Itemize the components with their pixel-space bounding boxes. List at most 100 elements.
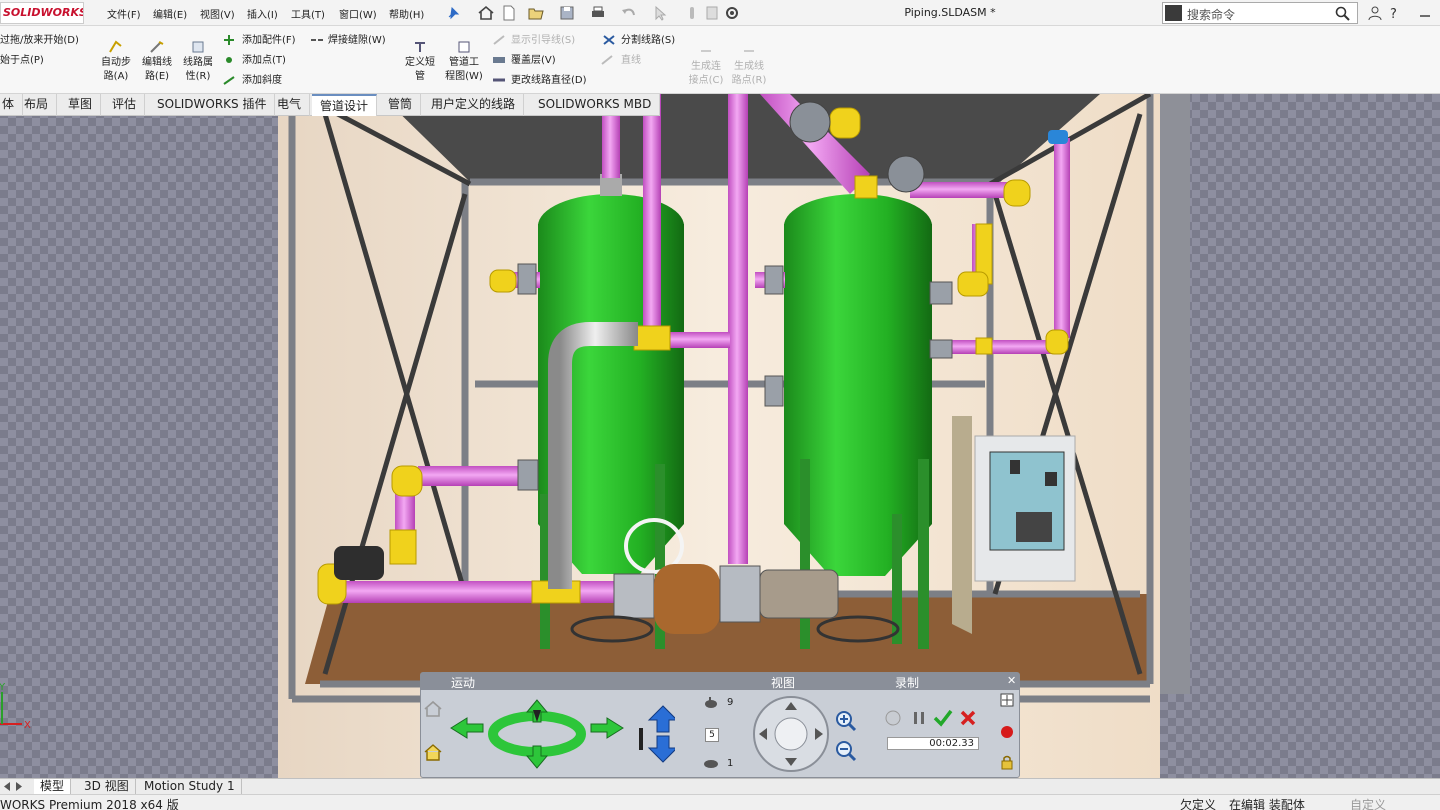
tab-user-defined-routing[interactable]: 用户定义的线路 <box>423 94 525 116</box>
route-properties-button[interactable]: 线路属 性(R) <box>180 40 216 84</box>
tab-model[interactable]: 模型 <box>34 779 72 795</box>
tab-motion-study-1[interactable]: Motion Study 1 <box>138 779 242 795</box>
zoom-in-icon[interactable] <box>835 710 857 732</box>
tab-tubing[interactable]: 管筒 <box>380 94 422 116</box>
weld-gap-button[interactable]: 焊接缝隙(W) <box>328 34 386 47</box>
tab-solidworks-mbd[interactable]: SOLIDWORKS MBD <box>530 94 661 116</box>
pipe-left-mid-horizontal[interactable] <box>418 466 530 486</box>
menu-edit[interactable]: 编辑(E) <box>153 6 187 21</box>
check-valve[interactable] <box>334 546 384 580</box>
home-icon[interactable] <box>477 4 495 22</box>
walk-home-icon[interactable] <box>423 742 443 762</box>
solidworks-logo[interactable]: SOLIDWORKS <box>0 2 84 24</box>
move-right-icon[interactable] <box>590 717 624 739</box>
fit-view-icon[interactable] <box>999 692 1015 708</box>
speed-value[interactable]: 5 <box>705 728 719 742</box>
add-fitting-button[interactable]: 添加配件(F) <box>242 34 296 47</box>
menu-window[interactable]: 窗口(W) <box>339 6 377 21</box>
pipe-vertical-center[interactable] <box>728 94 748 564</box>
show-guidelines-button[interactable]: 显示引导线(S) <box>511 34 575 47</box>
select-arrow-icon[interactable] <box>651 4 669 22</box>
tab-electrical[interactable]: 电气 <box>269 94 311 116</box>
move-down-icon[interactable] <box>647 735 675 763</box>
status-custom[interactable]: 自定义 <box>1350 796 1386 810</box>
cover-layer-icon <box>493 57 505 63</box>
pump-flange <box>719 565 761 623</box>
scroll-right-icon[interactable] <box>14 781 24 792</box>
person-height-icon <box>639 728 643 750</box>
change-route-diameter-button[interactable]: 更改线路直径(D) <box>511 74 587 87</box>
view-direction-pad[interactable] <box>751 694 831 774</box>
scroll-left-icon[interactable] <box>2 781 12 792</box>
tab-piping[interactable]: 管道设计 <box>312 94 378 116</box>
print-icon[interactable] <box>589 4 607 22</box>
pin-icon[interactable] <box>444 4 462 22</box>
menu-view[interactable]: 视图(V) <box>200 6 235 21</box>
gate-valve-body[interactable] <box>613 573 655 619</box>
auto-route-button[interactable]: 自动步 路(A) <box>99 40 133 84</box>
tab-3d-views[interactable]: 3D 视图 <box>78 779 136 795</box>
zoom-out-icon[interactable] <box>835 740 857 762</box>
route-properties-label-2: 性(R) <box>185 71 211 82</box>
top-left-valve[interactable] <box>789 101 831 143</box>
tab-sketch[interactable]: 草图 <box>60 94 102 116</box>
home-view-icon[interactable] <box>423 700 443 718</box>
open-folder-icon[interactable] <box>527 4 545 22</box>
menu-insert[interactable]: 插入(I) <box>247 6 278 21</box>
menu-help[interactable]: 帮助(H) <box>389 6 424 21</box>
search-icon[interactable] <box>1335 6 1351 22</box>
tab-layout[interactable]: 布局 <box>16 94 58 116</box>
command-tabs: 体 布局 草图 评估 SOLIDWORKS 插件 电气 管道设计 管筒 用户定义… <box>0 94 661 116</box>
pipe-drawing-button[interactable]: 管道工 程图(W) <box>443 40 485 84</box>
edit-route-button[interactable]: 编辑线 路(E) <box>139 40 175 84</box>
status-editing: 在编辑 装配体 <box>1229 798 1305 810</box>
coordinate-triad: X Y <box>0 682 31 731</box>
user-icon[interactable] <box>1366 4 1384 22</box>
create-connection-point-button[interactable]: 生成连 接点(C) <box>688 44 724 88</box>
recording-timer: 00:02.33 <box>887 737 979 750</box>
new-document-icon[interactable] <box>500 4 518 22</box>
top-valve[interactable] <box>887 155 925 193</box>
add-point-button[interactable]: 添加点(T) <box>242 54 286 67</box>
pipe-right-lower-horizontal[interactable] <box>948 340 1058 354</box>
add-slope-button[interactable]: 添加斜度 <box>242 74 282 87</box>
record-button-icon[interactable] <box>999 724 1015 740</box>
pipe-right-vertical[interactable] <box>1054 138 1070 338</box>
pipe-vertical-center-left[interactable] <box>643 94 661 332</box>
search-command-icon[interactable] <box>1165 5 1182 21</box>
start-at-point-command[interactable]: 始于点(P) <box>0 54 44 67</box>
tab-evaluate[interactable]: 评估 <box>104 94 146 116</box>
change-diameter-icon <box>493 78 505 82</box>
file-properties-icon[interactable] <box>703 4 721 22</box>
drag-drop-start-command[interactable]: 过拖/放来开始(D) <box>0 34 79 47</box>
cabinet-door[interactable] <box>952 416 972 634</box>
menu-tools[interactable]: 工具(T) <box>291 6 325 21</box>
save-icon[interactable] <box>558 4 576 22</box>
pump-motor[interactable] <box>759 569 839 619</box>
confirm-check-icon[interactable] <box>933 708 953 728</box>
define-spool-button[interactable]: 定义短 管 <box>401 40 439 84</box>
menu-file[interactable]: 文件(F) <box>107 6 141 21</box>
elevation-arrows[interactable] <box>635 704 675 764</box>
close-panel-icon[interactable]: ✕ <box>1007 674 1016 687</box>
help-icon[interactable]: ? <box>1386 4 1404 22</box>
split-route-button[interactable]: 分割线路(S) <box>621 34 675 47</box>
pause-icon[interactable] <box>911 710 927 726</box>
navigation-arrows[interactable] <box>447 698 627 770</box>
tab-solidworks-addins[interactable]: SOLIDWORKS 插件 <box>149 94 276 116</box>
options-gear-icon[interactable] <box>723 4 741 22</box>
create-route-point-button[interactable]: 生成线 路点(R) <box>731 44 767 88</box>
rebuild-icon[interactable] <box>683 4 701 22</box>
pipe-left-top[interactable] <box>602 114 620 178</box>
cancel-x-icon[interactable] <box>959 709 977 727</box>
move-left-icon[interactable] <box>450 717 484 739</box>
move-up-icon[interactable] <box>647 705 675 733</box>
minimize-icon[interactable] <box>1416 4 1434 22</box>
lock-icon[interactable] <box>999 754 1015 770</box>
record-idle-icon[interactable] <box>885 710 901 726</box>
undo-icon[interactable] <box>620 4 638 22</box>
cover-layer-button[interactable]: 覆盖层(V) <box>511 54 556 67</box>
strainer[interactable] <box>654 564 720 634</box>
line-button[interactable]: 直线 <box>621 54 641 67</box>
search-command-input[interactable]: 搜索命令 <box>1162 2 1358 24</box>
